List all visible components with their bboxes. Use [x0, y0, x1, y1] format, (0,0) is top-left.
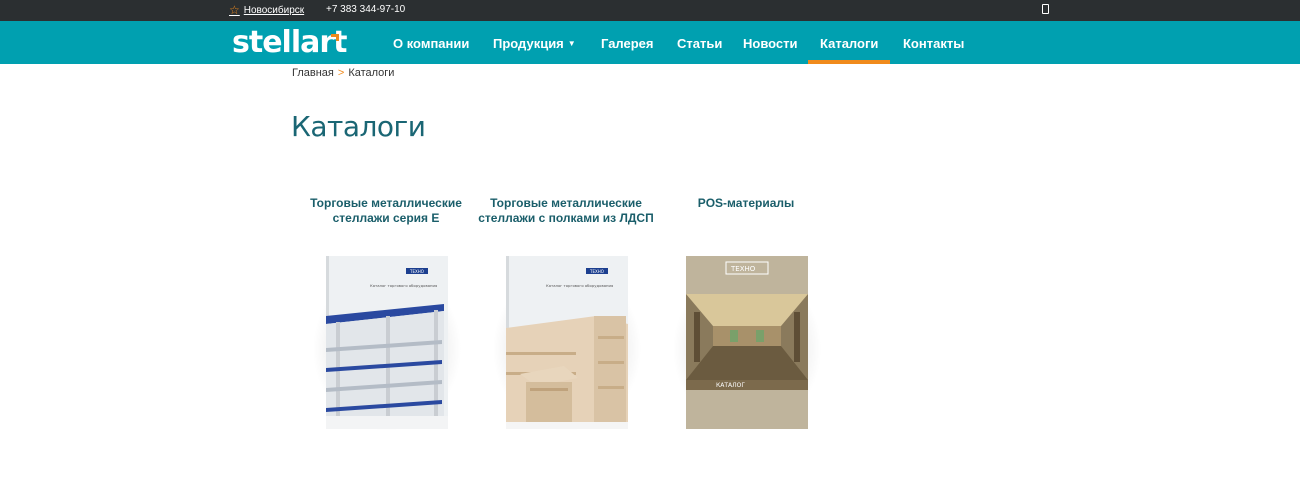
catalog-card[interactable]: POS-материалы ТЕХНО КАТАЛОГ — [658, 196, 834, 432]
nav-item-contacts[interactable]: Контакты — [903, 21, 964, 64]
nav-item-catalogs[interactable]: Каталоги — [808, 21, 891, 64]
catalog-title[interactable]: POS-материалы — [658, 196, 834, 256]
catalog-cover-image: ТЕХНО КАТАЛОГ — [686, 256, 808, 429]
nav-item-label: Галерея — [601, 36, 654, 51]
city-label: Новосибирск — [243, 4, 305, 16]
nav-item-about[interactable]: О компании — [393, 21, 469, 64]
page-title: Каталоги — [291, 110, 426, 143]
chevron-down-icon: ▼ — [567, 39, 576, 48]
breadcrumb: Главная > Каталоги — [292, 67, 394, 79]
nav-item-news[interactable]: Новости — [743, 21, 798, 64]
cover-brand-text: ТЕХНО — [409, 269, 424, 274]
nav-item-articles[interactable]: Статьи — [677, 21, 722, 64]
nav-item-label: Контакты — [903, 36, 965, 51]
nav-item-label: О компании — [393, 36, 470, 51]
cover-brand-text: ТЕХНО — [730, 265, 756, 273]
catalog-title[interactable]: Торговые металлические стеллажи серия Е — [298, 196, 474, 256]
cover-caption: КАТАЛОГ — [716, 382, 745, 389]
top-bar: ☆ Новосибирск +7 383 344-97-10 — [0, 0, 1300, 21]
catalog-cover-link[interactable]: ТЕХНО Каталог торгового оборудования — [298, 256, 474, 432]
logo-accent-icon-2 — [336, 34, 339, 41]
star-icon: ☆ — [229, 3, 240, 17]
breadcrumb-home[interactable]: Главная — [292, 67, 334, 79]
mobile-icon[interactable] — [1042, 4, 1049, 14]
cover-brand-text: ТЕХНО — [589, 269, 604, 274]
city-selector[interactable]: ☆ Новосибирск — [229, 3, 304, 17]
catalog-cover-link[interactable]: ТЕХНО КАТАЛОГ — [658, 256, 834, 432]
catalog-title[interactable]: Торговые металлические стеллажи с полкам… — [478, 196, 654, 256]
catalog-card[interactable]: Торговые металлические стеллажи серия Е … — [298, 196, 474, 432]
catalog-cover-image: ТЕХНО Каталог торгового оборудования — [326, 256, 448, 429]
nav-item-gallery[interactable]: Галерея — [601, 21, 654, 64]
breadcrumb-separator: > — [337, 67, 345, 79]
logo[interactable]: stellart — [232, 28, 347, 58]
nav-item-label: Статьи — [677, 36, 723, 51]
catalog-card[interactable]: Торговые металлические стеллажи с полкам… — [478, 196, 654, 432]
catalog-cover-link[interactable]: ТЕХНО Каталог торгового оборудования — [478, 256, 654, 432]
nav-item-label: Новости — [743, 36, 798, 51]
cover-caption: Каталог торгового оборудования — [370, 283, 437, 288]
nav-item-products[interactable]: Продукция ▼ — [493, 21, 576, 64]
breadcrumb-current: Каталоги — [348, 67, 395, 79]
phone-number[interactable]: +7 383 344-97-10 — [326, 4, 405, 15]
catalog-cover-image: ТЕХНО Каталог торгового оборудования — [506, 256, 628, 429]
nav-item-label: Продукция — [493, 36, 564, 51]
main-navbar: stellart О компании Продукция ▼ Галерея С… — [0, 21, 1300, 64]
cover-caption: Каталог торгового оборудования — [546, 283, 613, 288]
nav-item-label: Каталоги — [820, 36, 879, 51]
